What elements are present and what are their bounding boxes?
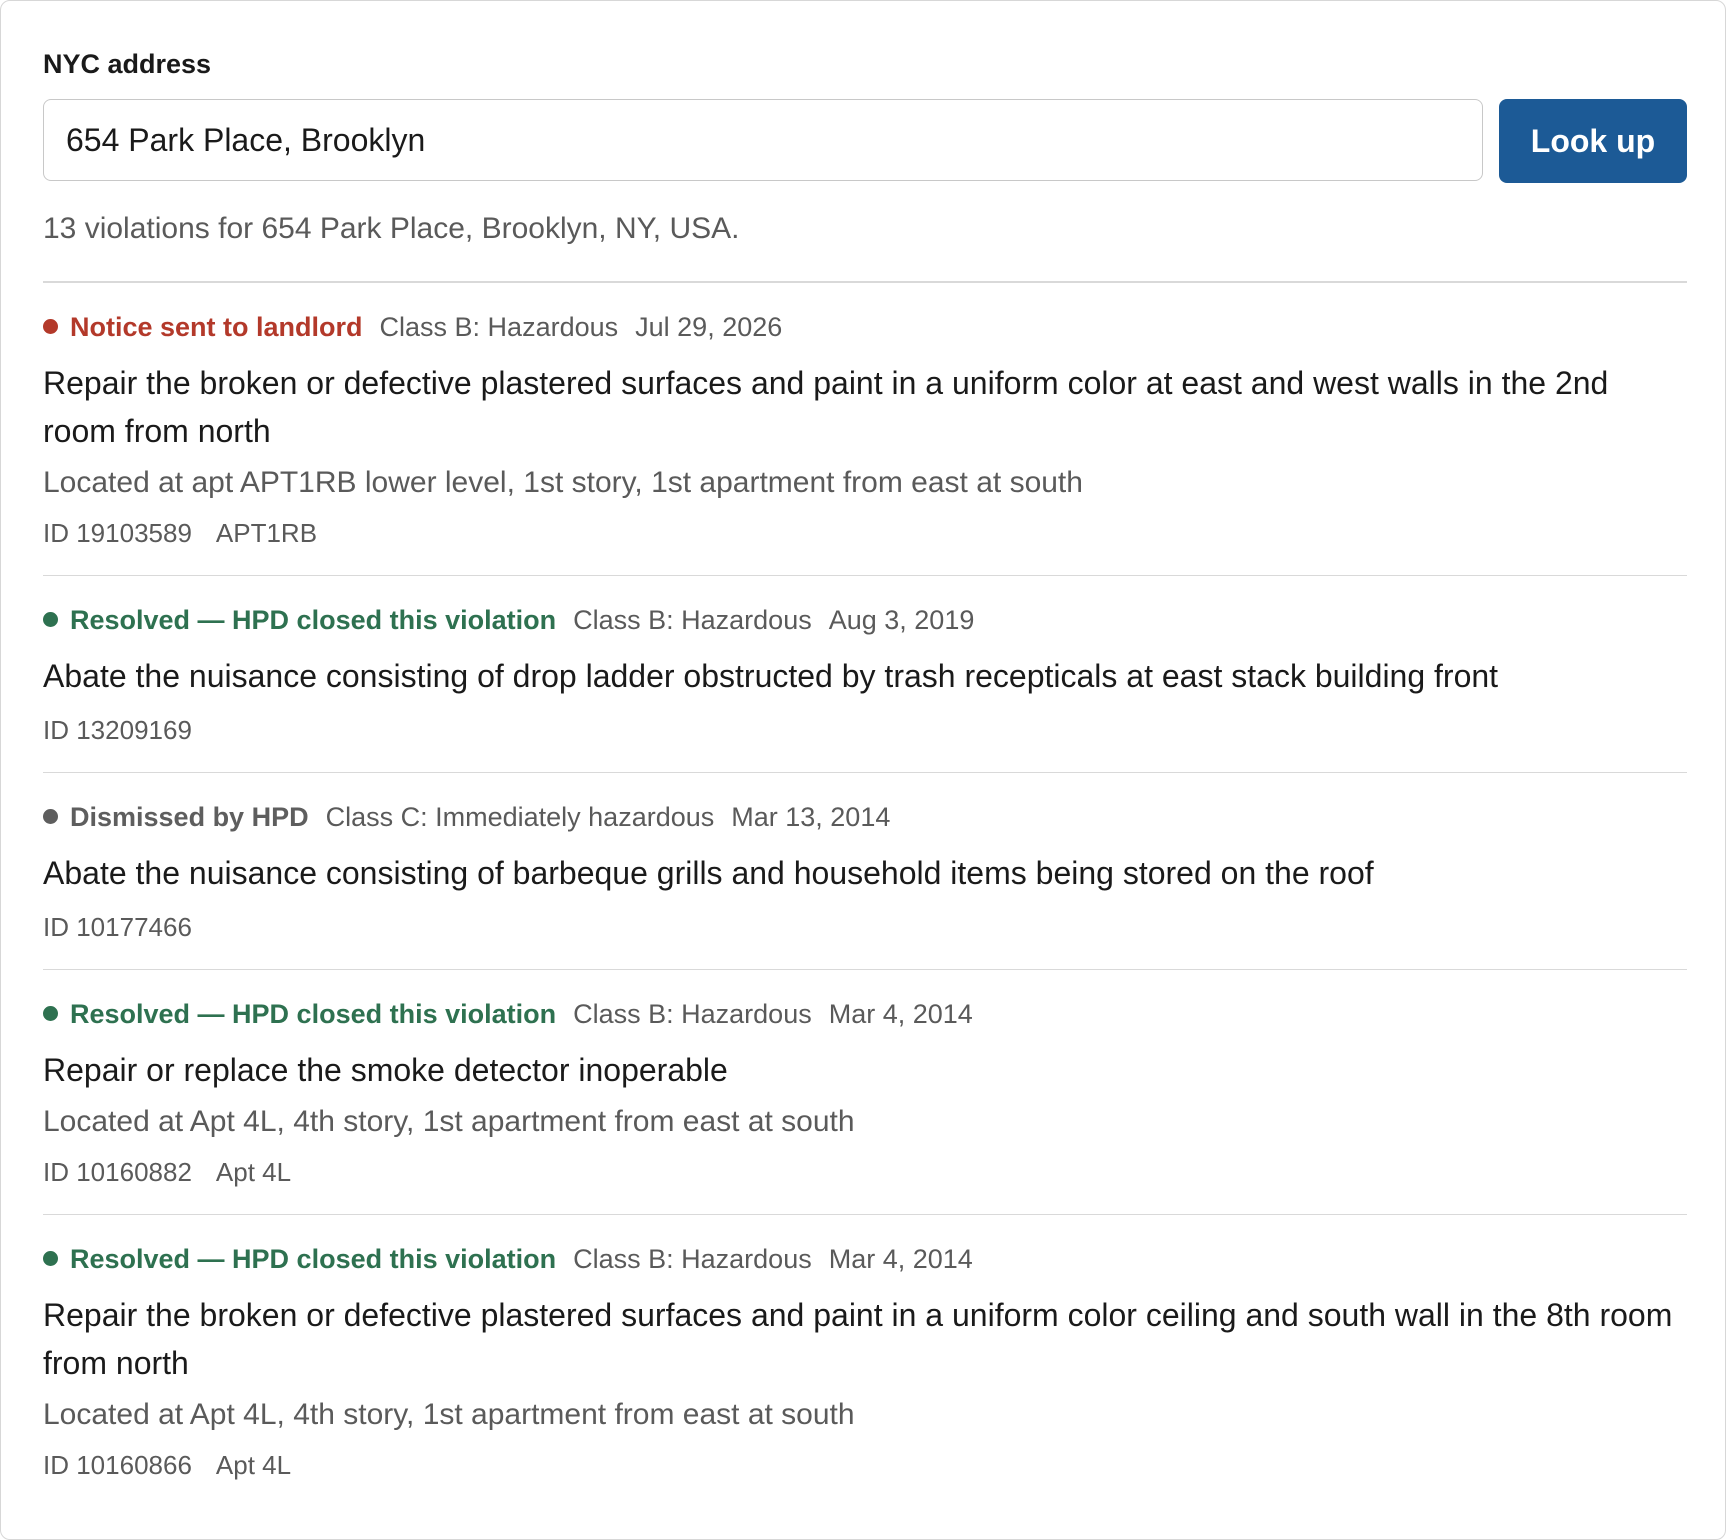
- violation-date: Aug 3, 2019: [828, 604, 975, 635]
- violation-apartment: APT1RB: [215, 517, 318, 548]
- violation-ids: ID 19103589 APT1RB: [43, 515, 1687, 551]
- violation-class: Class B: Hazardous: [573, 998, 812, 1029]
- violation-class: Class B: Hazardous: [573, 1243, 812, 1274]
- violation-ids: ID 10160882 Apt 4L: [43, 1154, 1687, 1190]
- lookup-content: NYC address Look up 13 violations for 65…: [43, 45, 1687, 1507]
- violation-id: ID 10177466: [43, 911, 192, 942]
- violation-date: Mar 4, 2014: [828, 1243, 973, 1274]
- violation-date: Mar 4, 2014: [828, 998, 973, 1029]
- violation-ids: ID 10160866 Apt 4L: [43, 1447, 1687, 1483]
- violation-description: Repair the broken or defective plastered…: [43, 364, 1609, 449]
- violation-date: Mar 13, 2014: [731, 801, 891, 832]
- violation-apartment: Apt 4L: [215, 1156, 292, 1187]
- violation-location: Located at Apt 4L, 4th story, 1st apartm…: [43, 1397, 855, 1431]
- violation-status: Resolved — HPD closed this violation: [70, 604, 557, 635]
- violation-description: Repair the broken or defective plastered…: [43, 1296, 1673, 1381]
- address-field-label: NYC address: [43, 49, 212, 79]
- violation-id: ID 19103589: [43, 517, 192, 548]
- address-input[interactable]: [43, 99, 1483, 181]
- violation-meta: Resolved — HPD closed this violation Cla…: [43, 602, 1687, 638]
- lookup-card: NYC address Look up 13 violations for 65…: [0, 0, 1726, 1540]
- violation-meta: Resolved — HPD closed this violation Cla…: [43, 1241, 1687, 1277]
- violation-status: Dismissed by HPD: [70, 801, 309, 832]
- violation-meta: Notice sent to landlord Class B: Hazardo…: [43, 309, 1687, 345]
- violation-status: Resolved — HPD closed this violation: [70, 998, 557, 1029]
- violation-meta: Resolved — HPD closed this violation Cla…: [43, 996, 1687, 1032]
- violation-description: Repair or replace the smoke detector ino…: [43, 1051, 728, 1088]
- violation-status: Notice sent to landlord: [70, 311, 363, 342]
- violation-id: ID 13209169: [43, 714, 192, 745]
- violation-apartment: Apt 4L: [215, 1449, 292, 1480]
- violation-location: Located at apt APT1RB lower level, 1st s…: [43, 465, 1083, 499]
- violation-description: Abate the nuisance consisting of barbequ…: [43, 854, 1374, 891]
- search-row: Look up: [43, 99, 1687, 183]
- violation-item: Resolved — HPD closed this violation Cla…: [43, 1215, 1687, 1507]
- violation-item: Resolved — HPD closed this violation Cla…: [43, 970, 1687, 1215]
- status-dot-icon: [43, 612, 58, 627]
- look-up-button[interactable]: Look up: [1499, 99, 1687, 183]
- violation-id: ID 10160882: [43, 1156, 192, 1187]
- violation-item: Notice sent to landlord Class B: Hazardo…: [43, 283, 1687, 576]
- status-dot-icon: [43, 1251, 58, 1266]
- violation-list: Notice sent to landlord Class B: Hazardo…: [43, 283, 1687, 1507]
- violation-item: Dismissed by HPD Class C: Immediately ha…: [43, 773, 1687, 970]
- violation-date: Jul 29, 2026: [635, 311, 783, 342]
- results-summary: 13 violations for 654 Park Place, Brookl…: [43, 212, 740, 245]
- violation-ids: ID 13209169: [43, 712, 1687, 748]
- violation-id: ID 10160866: [43, 1449, 192, 1480]
- violation-location: Located at Apt 4L, 4th story, 1st apartm…: [43, 1104, 855, 1138]
- status-dot-icon: [43, 809, 58, 824]
- violation-class: Class C: Immediately hazardous: [325, 801, 715, 832]
- status-dot-icon: [43, 319, 58, 334]
- violation-class: Class B: Hazardous: [573, 604, 812, 635]
- violation-class: Class B: Hazardous: [379, 311, 619, 342]
- violation-meta: Dismissed by HPD Class C: Immediately ha…: [43, 799, 1687, 835]
- violation-item: Resolved — HPD closed this violation Cla…: [43, 576, 1687, 773]
- violation-description: Abate the nuisance consisting of drop la…: [43, 657, 1499, 694]
- violation-status: Resolved — HPD closed this violation: [70, 1243, 557, 1274]
- violation-ids: ID 10177466: [43, 909, 1687, 945]
- status-dot-icon: [43, 1006, 58, 1021]
